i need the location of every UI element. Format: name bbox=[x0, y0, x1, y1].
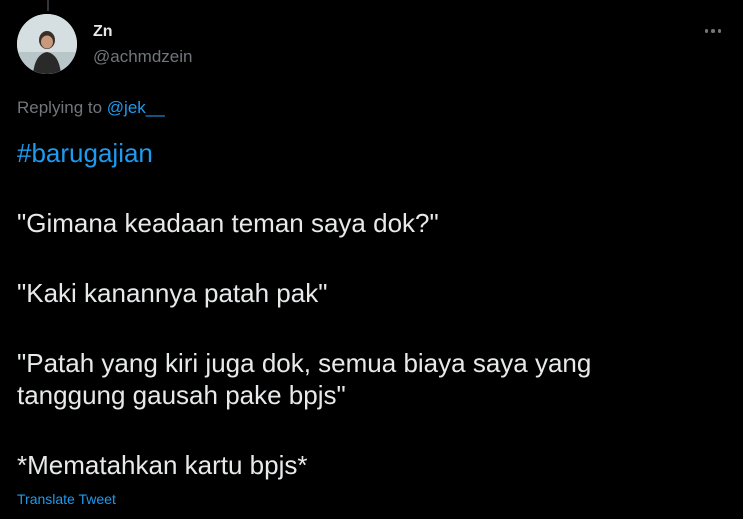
user-info: Zn @achmdzein bbox=[93, 22, 192, 68]
more-horizontal-icon bbox=[717, 29, 722, 33]
profile-photo-icon bbox=[17, 14, 77, 74]
tweet-line: "Gimana keadaan teman saya dok?" bbox=[17, 208, 439, 238]
mention-link[interactable]: @jek__ bbox=[107, 98, 165, 117]
more-horizontal-icon bbox=[711, 29, 715, 33]
more-horizontal-icon bbox=[704, 29, 709, 33]
thread-line bbox=[47, 0, 49, 11]
hashtag-link[interactable]: #barugajian bbox=[17, 137, 717, 169]
user-handle[interactable]: @achmdzein bbox=[93, 46, 192, 68]
more-options-button[interactable] bbox=[696, 20, 730, 42]
translate-tweet-link[interactable]: Translate Tweet bbox=[17, 490, 116, 508]
tweet-line: "Kaki kanannya patah pak" bbox=[17, 278, 328, 308]
tweet-line: *Mematahkan kartu bpjs* bbox=[17, 450, 308, 480]
replying-prefix: Replying to bbox=[17, 98, 107, 117]
tweet-body: #barugajian "Gimana keadaan teman saya d… bbox=[17, 137, 717, 481]
display-name[interactable]: Zn bbox=[93, 22, 192, 42]
tweet-line: "Patah yang kiri juga dok, semua biaya s… bbox=[17, 348, 592, 410]
tweet: Zn @achmdzein Replying to @jek__ #baruga… bbox=[0, 0, 743, 519]
replying-to: Replying to @jek__ bbox=[17, 96, 165, 120]
avatar[interactable] bbox=[17, 14, 77, 74]
